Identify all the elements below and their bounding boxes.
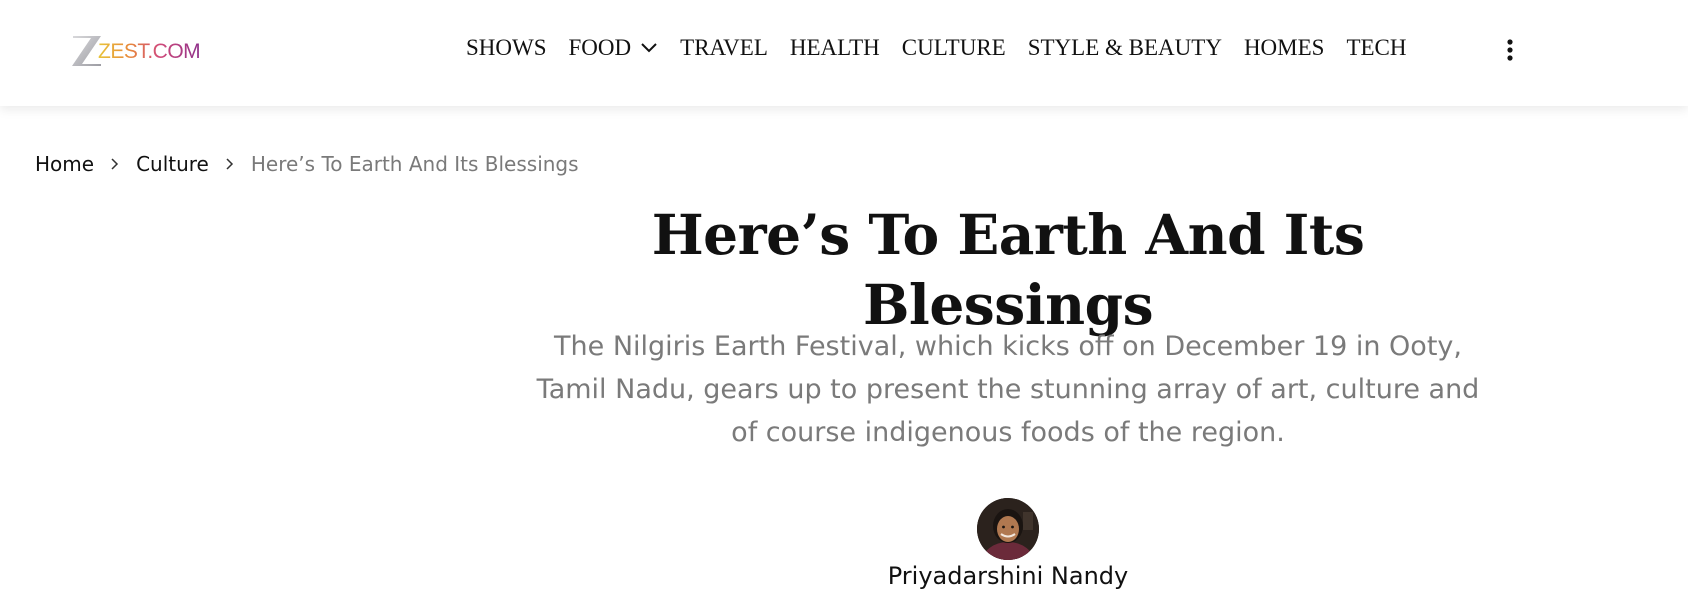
site-header: ZEST.COM SHOWS FOOD TRAVEL HEALTH CULTUR… [0,0,1688,106]
more-vertical-icon[interactable] [1503,38,1517,62]
author-avatar[interactable] [977,498,1039,560]
chevron-right-icon [226,158,233,170]
nav-style-beauty[interactable]: STYLE & BEAUTY [1028,35,1222,61]
chevron-down-icon[interactable] [640,42,658,54]
nav-tech[interactable]: TECH [1346,35,1406,61]
nav-culture[interactable]: CULTURE [902,35,1006,61]
main-nav: SHOWS FOOD TRAVEL HEALTH CULTURE STYLE &… [466,30,1407,66]
author-photo-icon [977,498,1039,560]
nav-food[interactable]: FOOD [569,35,659,61]
breadcrumb: Home Culture Here’s To Earth And Its Ble… [35,150,579,178]
breadcrumb-current: Here’s To Earth And Its Blessings [250,152,579,176]
nav-travel[interactable]: TRAVEL [680,35,768,61]
nav-shows[interactable]: SHOWS [466,35,547,61]
nav-homes[interactable]: HOMES [1244,35,1325,61]
author-name[interactable]: Priyadarshini Nandy [808,560,1208,592]
site-logo[interactable]: ZEST.COM [70,33,230,67]
nav-food-label: FOOD [568,35,632,60]
logo-text: ZEST.COM [98,39,201,63]
nav-health[interactable]: HEALTH [790,35,880,61]
article-summary: The Nilgiris Earth Festival, which kicks… [536,331,1480,448]
chevron-right-icon [111,158,119,170]
breadcrumb-home[interactable]: Home [35,152,94,176]
breadcrumb-culture[interactable]: Culture [136,152,209,176]
article-title: Here’s To Earth And Its Blessings [651,202,1365,337]
